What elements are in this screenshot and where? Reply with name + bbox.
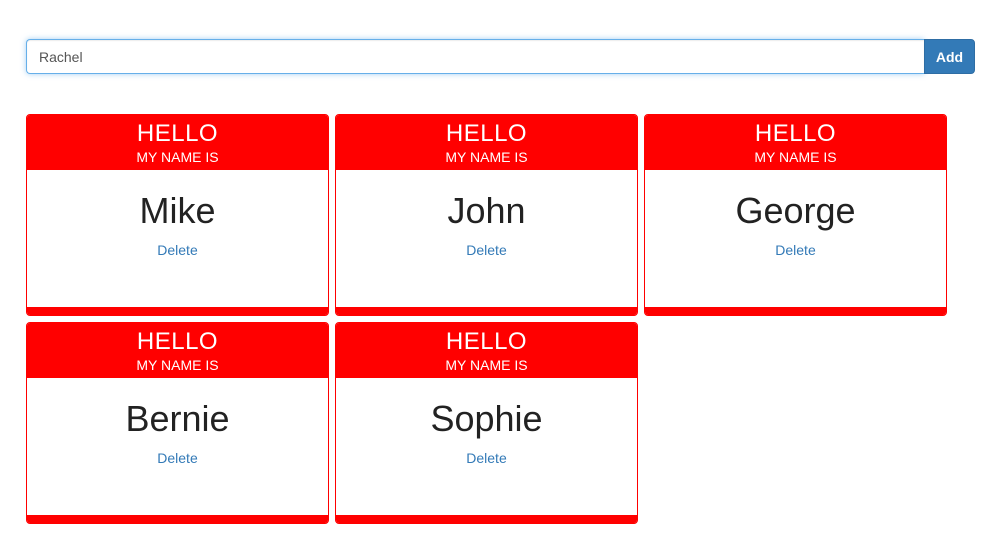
- add-name-form: Add: [26, 39, 975, 74]
- hello-heading: HELLO: [136, 328, 219, 355]
- card-footer-strip: [27, 515, 328, 523]
- card-body: George Delete: [645, 170, 946, 260]
- person-name: George: [735, 190, 856, 231]
- card-header: HELLO MY NAME IS: [645, 115, 946, 170]
- my-name-is-label: MY NAME IS: [136, 149, 219, 165]
- name-tag-card: HELLO MY NAME IS George Delete: [644, 114, 947, 316]
- delete-link[interactable]: Delete: [466, 242, 506, 258]
- card-body: John Delete: [336, 170, 637, 260]
- my-name-is-label: MY NAME IS: [445, 357, 528, 373]
- delete-link[interactable]: Delete: [775, 242, 815, 258]
- card-footer-strip: [336, 307, 637, 315]
- my-name-is-label: MY NAME IS: [754, 149, 837, 165]
- card-footer-strip: [27, 307, 328, 315]
- hello-heading: HELLO: [445, 328, 528, 355]
- card-header: HELLO MY NAME IS: [27, 323, 328, 378]
- delete-link[interactable]: Delete: [157, 450, 197, 466]
- person-name: Mike: [139, 190, 216, 231]
- name-input[interactable]: [26, 39, 924, 74]
- card-body: Bernie Delete: [27, 378, 328, 468]
- hello-heading: HELLO: [136, 120, 219, 147]
- hello-heading: HELLO: [445, 120, 528, 147]
- page: Add HELLO MY NAME IS Mike Delete HELLO M…: [0, 0, 1000, 560]
- card-footer-strip: [645, 307, 946, 315]
- name-tag-card: HELLO MY NAME IS John Delete: [335, 114, 638, 316]
- name-tag-card: HELLO MY NAME IS Sophie Delete: [335, 322, 638, 524]
- name-tag-card: HELLO MY NAME IS Bernie Delete: [26, 322, 329, 524]
- card-footer-strip: [336, 515, 637, 523]
- card-header: HELLO MY NAME IS: [27, 115, 328, 170]
- name-tag-list: HELLO MY NAME IS Mike Delete HELLO MY NA…: [26, 114, 956, 524]
- name-tag-card: HELLO MY NAME IS Mike Delete: [26, 114, 329, 316]
- card-header: HELLO MY NAME IS: [336, 323, 637, 378]
- card-body: Mike Delete: [27, 170, 328, 260]
- person-name: John: [447, 190, 526, 231]
- person-name: Sophie: [430, 398, 543, 439]
- my-name-is-label: MY NAME IS: [445, 149, 528, 165]
- hello-heading: HELLO: [754, 120, 837, 147]
- person-name: Bernie: [125, 398, 230, 439]
- delete-link[interactable]: Delete: [466, 450, 506, 466]
- card-body: Sophie Delete: [336, 378, 637, 468]
- add-button[interactable]: Add: [924, 39, 975, 74]
- delete-link[interactable]: Delete: [157, 242, 197, 258]
- my-name-is-label: MY NAME IS: [136, 357, 219, 373]
- card-header: HELLO MY NAME IS: [336, 115, 637, 170]
